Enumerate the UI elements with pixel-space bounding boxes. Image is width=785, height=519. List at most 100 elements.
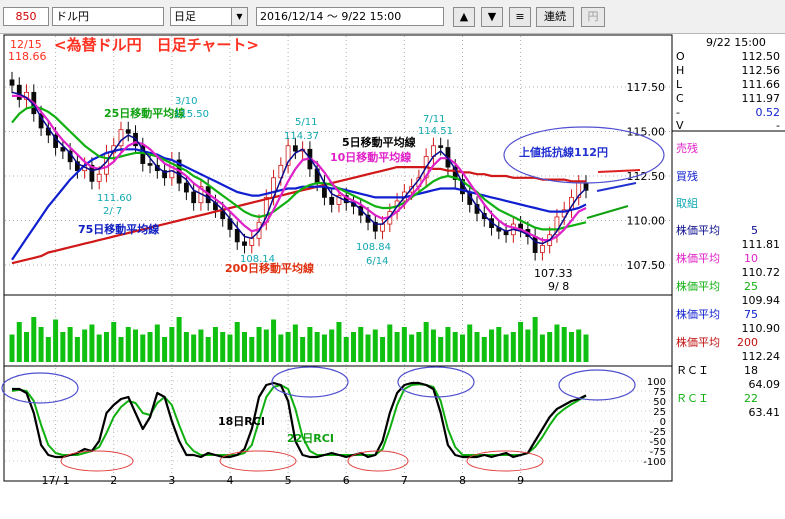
ma75-label: 75日移動平均線: [78, 222, 159, 236]
ma-row-label: 株価平均: [676, 223, 720, 237]
x-tick-label: 3: [168, 474, 175, 487]
volume-bar: [205, 337, 211, 362]
ohlc-change-value: 0.52: [756, 106, 781, 119]
yen-button[interactable]: 円: [581, 7, 605, 27]
rci22-label: 22日RCI: [287, 432, 334, 445]
volume-bar: [212, 327, 218, 362]
rci18-label: 18日RCI: [218, 415, 265, 428]
point-label-value: 114.37: [284, 131, 319, 142]
point-label-date: 7/11: [423, 114, 445, 125]
x-tick-label: 9: [517, 474, 524, 487]
volume-bar: [220, 332, 226, 362]
ma-row-period: 200: [737, 336, 758, 349]
ma-row-label: 株価平均: [676, 251, 720, 265]
ohlc-change-label: -: [676, 106, 680, 119]
first-high-value: 118.66: [8, 50, 47, 63]
volume-bar: [350, 332, 356, 362]
ma-row-value: 110.72: [742, 266, 781, 279]
volume-bar: [583, 334, 589, 362]
volume-bar: [445, 327, 451, 362]
volume-bar: [307, 327, 313, 362]
volume-bar: [423, 322, 429, 362]
volume-bar: [169, 327, 175, 362]
volume-bar: [416, 332, 422, 362]
ma-row-label: 株価平均: [676, 279, 720, 293]
candle-body: [249, 237, 255, 246]
volume-bar: [9, 334, 15, 362]
sell-balance-label: 売残: [676, 141, 698, 155]
volume-bar: [380, 337, 386, 362]
candle-body: [183, 182, 189, 193]
volume-bar: [336, 322, 342, 362]
ma-row-value: 112.24: [742, 350, 781, 363]
volume-bar: [242, 332, 248, 362]
price-tick-label: 117.50: [627, 81, 666, 94]
volume-bar: [249, 337, 255, 362]
volume-bar: [89, 324, 95, 362]
volume-bar: [82, 329, 88, 362]
volume-bar: [394, 332, 400, 362]
volume-bar: [510, 332, 516, 362]
x-tick-label: 7: [401, 474, 408, 487]
candle-body: [540, 245, 545, 253]
volume-bar: [103, 332, 109, 362]
ohlc-close-value: 111.97: [742, 92, 781, 105]
point-label-value: 108.84: [356, 242, 391, 253]
info-datetime: 9/22 15:00: [706, 36, 766, 49]
symbol-code-field[interactable]: 850: [3, 7, 49, 26]
candle-body: [9, 79, 15, 86]
menu-button[interactable]: ≡: [509, 7, 531, 27]
price-tick-label: 112.50: [627, 170, 666, 183]
ohlc-close-label: C: [676, 92, 684, 105]
volume-bar: [561, 327, 567, 362]
point-label-value: 114.51: [418, 126, 453, 137]
volume-bar: [358, 327, 364, 362]
volume-bar: [118, 337, 124, 362]
volume-bar: [525, 329, 531, 362]
ma-row-label: 株価平均: [676, 335, 720, 349]
volume-bar: [467, 324, 473, 362]
rci-row-value: 64.09: [749, 378, 781, 391]
x-tick-label: 8: [459, 474, 466, 487]
period-select[interactable]: 日足 ▼: [170, 7, 248, 26]
volume-bar: [191, 334, 197, 362]
volume-bar: [300, 337, 306, 362]
volume-bar: [263, 329, 269, 362]
price-tick-label: 110.00: [627, 215, 666, 228]
ohlc-open-label: O: [676, 50, 685, 63]
volume-bar: [271, 319, 277, 362]
volume-bar: [140, 334, 146, 362]
volume-bar: [547, 332, 553, 362]
volume-bar: [31, 317, 37, 362]
continuous-button[interactable]: 連続: [536, 7, 574, 27]
rci-tick-label: -100: [643, 457, 666, 468]
volume-bar: [111, 322, 117, 362]
scroll-down-button[interactable]: ▼: [481, 7, 503, 27]
trade-balance-label: 取組: [676, 197, 698, 210]
ma-row-period: 25: [744, 280, 758, 293]
scroll-up-button[interactable]: ▲: [453, 7, 475, 27]
volume-bar: [518, 322, 524, 362]
volume-bar: [372, 329, 378, 362]
volume-bar: [234, 322, 240, 362]
volume-bar: [489, 329, 495, 362]
chevron-down-icon[interactable]: ▼: [231, 8, 247, 25]
symbol-name-field[interactable]: ドル円: [52, 7, 164, 26]
rci-row-label: ＲＣＩ: [676, 392, 709, 405]
volume-bar: [198, 329, 204, 362]
volume-bar: [496, 327, 502, 362]
volume-bar: [409, 334, 415, 362]
ohlc-low-label: L: [676, 78, 683, 91]
point-label-date: 9/ 8: [548, 280, 569, 293]
volume-bar: [481, 337, 487, 362]
date-range-field[interactable]: 2016/12/14 ～ 9/22 15:00: [256, 7, 444, 26]
price-tick-label: 107.50: [627, 259, 666, 272]
volume-bar: [53, 319, 59, 362]
volume-bar: [568, 332, 574, 362]
candle-body: [125, 129, 131, 134]
volume-bar: [60, 332, 66, 362]
ma-row-period: 10: [744, 252, 758, 265]
candle-body: [191, 191, 197, 204]
x-tick-label: 2: [110, 474, 117, 487]
candle-body: [96, 173, 102, 182]
